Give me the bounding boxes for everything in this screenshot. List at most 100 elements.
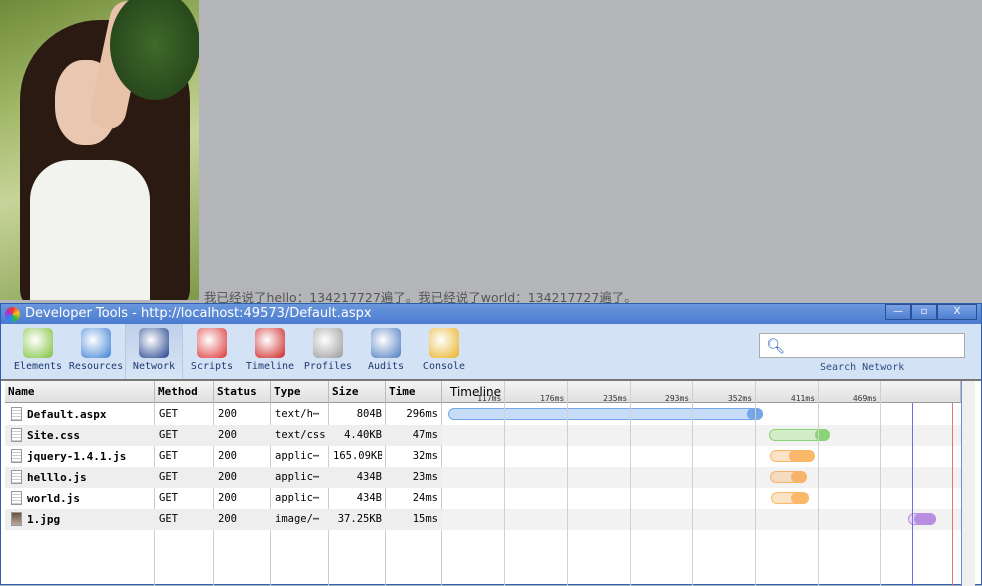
image-file-icon <box>11 512 22 526</box>
cell-type: applic⋯ <box>275 492 320 504</box>
column-header-name[interactable]: Name <box>5 381 155 403</box>
tab-network[interactable]: Network <box>125 324 183 379</box>
timing-bar[interactable] <box>447 408 763 420</box>
tab-timeline[interactable]: Timeline <box>241 324 299 379</box>
cell-method: GET <box>159 513 178 525</box>
scripts-icon <box>197 328 227 358</box>
table-row[interactable]: Default.aspx GET 200 text/h⋯ 804B 296ms <box>5 404 442 425</box>
panel-toolbar: Elements Resources Network Scripts Timeline P… <box>1 324 981 381</box>
tab-console[interactable]: Console <box>415 324 473 379</box>
tab-label: Profiles <box>303 361 353 372</box>
cell-method: GET <box>159 408 178 420</box>
page-photo <box>0 0 199 300</box>
cell-name: jquery-1.4.1.js <box>27 450 127 463</box>
console-icon <box>429 328 459 358</box>
profiles-icon <box>313 328 343 358</box>
scrollbar[interactable] <box>961 381 975 586</box>
cell-type: text/css <box>275 429 325 441</box>
timing-bar-download <box>746 408 763 420</box>
tab-scripts[interactable]: Scripts <box>183 324 241 379</box>
column-header-time[interactable]: Time <box>386 381 442 403</box>
tab-resources[interactable]: Resources <box>67 324 125 379</box>
cell-size: 804B <box>356 408 382 420</box>
timing-bar-download <box>789 450 815 462</box>
timing-bar-download <box>814 429 830 441</box>
cell-name: helllo.js <box>27 471 87 484</box>
timing-bar[interactable] <box>768 429 830 441</box>
document-file-icon <box>11 407 22 421</box>
close-button[interactable]: X <box>937 304 977 320</box>
cell-time: 296ms <box>406 408 438 420</box>
table-row[interactable]: 1.jpg GET 200 image/⋯ 37.25KB 15ms <box>5 509 442 530</box>
maximize-button[interactable]: ▫ <box>911 304 937 320</box>
cell-method: GET <box>159 429 178 441</box>
cell-size: 165.09KB <box>333 450 382 462</box>
search-icon: 🔍︎ <box>766 337 786 355</box>
column-header-type[interactable]: Type <box>271 381 329 403</box>
title-bar[interactable]: Developer Tools - http://localhost:49573… <box>1 304 981 324</box>
timing-bar[interactable] <box>770 450 815 462</box>
tab-label: Scripts <box>190 361 234 372</box>
timing-bar-download <box>914 513 937 525</box>
tab-label: Resources <box>68 361 124 372</box>
tab-label: Network <box>132 361 176 372</box>
table-row[interactable]: Site.css GET 200 text/css 4.40KB 47ms <box>5 425 442 446</box>
cell-status: 200 <box>218 450 237 462</box>
timing-bar[interactable] <box>907 513 937 525</box>
developer-tools-window: Developer Tools - http://localhost:49573… <box>0 303 982 586</box>
timeline-row <box>442 467 961 488</box>
document-file-icon <box>11 428 22 442</box>
cell-time: 47ms <box>412 429 438 441</box>
resources-icon <box>81 328 111 358</box>
cell-status: 200 <box>218 513 237 525</box>
timeline-row <box>442 404 961 425</box>
timeline-row <box>442 446 961 467</box>
timing-bar-download <box>791 471 808 483</box>
cell-size: 37.25KB <box>337 513 382 525</box>
search-label: Search Network <box>820 362 905 373</box>
document-file-icon <box>11 491 22 505</box>
column-header-timeline[interactable]: Timeline <box>442 381 961 403</box>
cell-method: GET <box>159 471 178 483</box>
cell-name: world.js <box>27 492 80 505</box>
column-header-size[interactable]: Size <box>329 381 386 403</box>
cell-size: 434B <box>356 471 382 483</box>
column-header-method[interactable]: Method <box>155 381 214 403</box>
window-title: Developer Tools - http://localhost:49573… <box>25 306 372 321</box>
cell-type: image/⋯ <box>275 513 320 525</box>
tab-elements[interactable]: Elements <box>9 324 67 379</box>
cell-status: 200 <box>218 408 237 420</box>
cell-status: 200 <box>218 492 237 504</box>
timing-bar[interactable] <box>770 471 808 483</box>
cell-name: 1.jpg <box>27 513 61 526</box>
document-file-icon <box>11 449 22 463</box>
tab-profiles[interactable]: Profiles <box>299 324 357 379</box>
cell-type: applic⋯ <box>275 450 320 462</box>
cell-method: GET <box>159 492 178 504</box>
cell-time: 23ms <box>412 471 438 483</box>
tab-label: Timeline <box>245 361 295 372</box>
network-grid: Name Method Status Type Size Time Timeline Defa… <box>5 381 975 586</box>
cell-status: 200 <box>218 471 237 483</box>
timeline-row <box>442 488 961 509</box>
devtools-logo-icon <box>5 307 20 322</box>
cell-size: 434B <box>356 492 382 504</box>
table-row[interactable]: jquery-1.4.1.js GET 200 applic⋯ 165.09KB 32ms <box>5 446 442 467</box>
document-file-icon <box>11 470 22 484</box>
search-input[interactable]: 🔍︎ <box>759 333 965 358</box>
table-row[interactable]: helllo.js GET 200 applic⋯ 434B 23ms <box>5 467 442 488</box>
timing-bar[interactable] <box>771 492 810 504</box>
cell-name: Default.aspx <box>27 408 107 421</box>
network-icon <box>139 328 169 358</box>
timeline-row <box>442 425 961 446</box>
elements-icon <box>23 328 53 358</box>
tab-audits[interactable]: Audits <box>357 324 415 379</box>
table-row[interactable]: world.js GET 200 applic⋯ 434B 24ms <box>5 488 442 509</box>
timeline-row <box>442 509 961 530</box>
timing-bar-download <box>791 492 810 504</box>
cell-size: 4.40KB <box>344 429 382 441</box>
cell-status: 200 <box>218 429 237 441</box>
minimize-button[interactable]: — <box>885 304 911 320</box>
column-header-status[interactable]: Status <box>214 381 271 403</box>
cell-time: 24ms <box>412 492 438 504</box>
